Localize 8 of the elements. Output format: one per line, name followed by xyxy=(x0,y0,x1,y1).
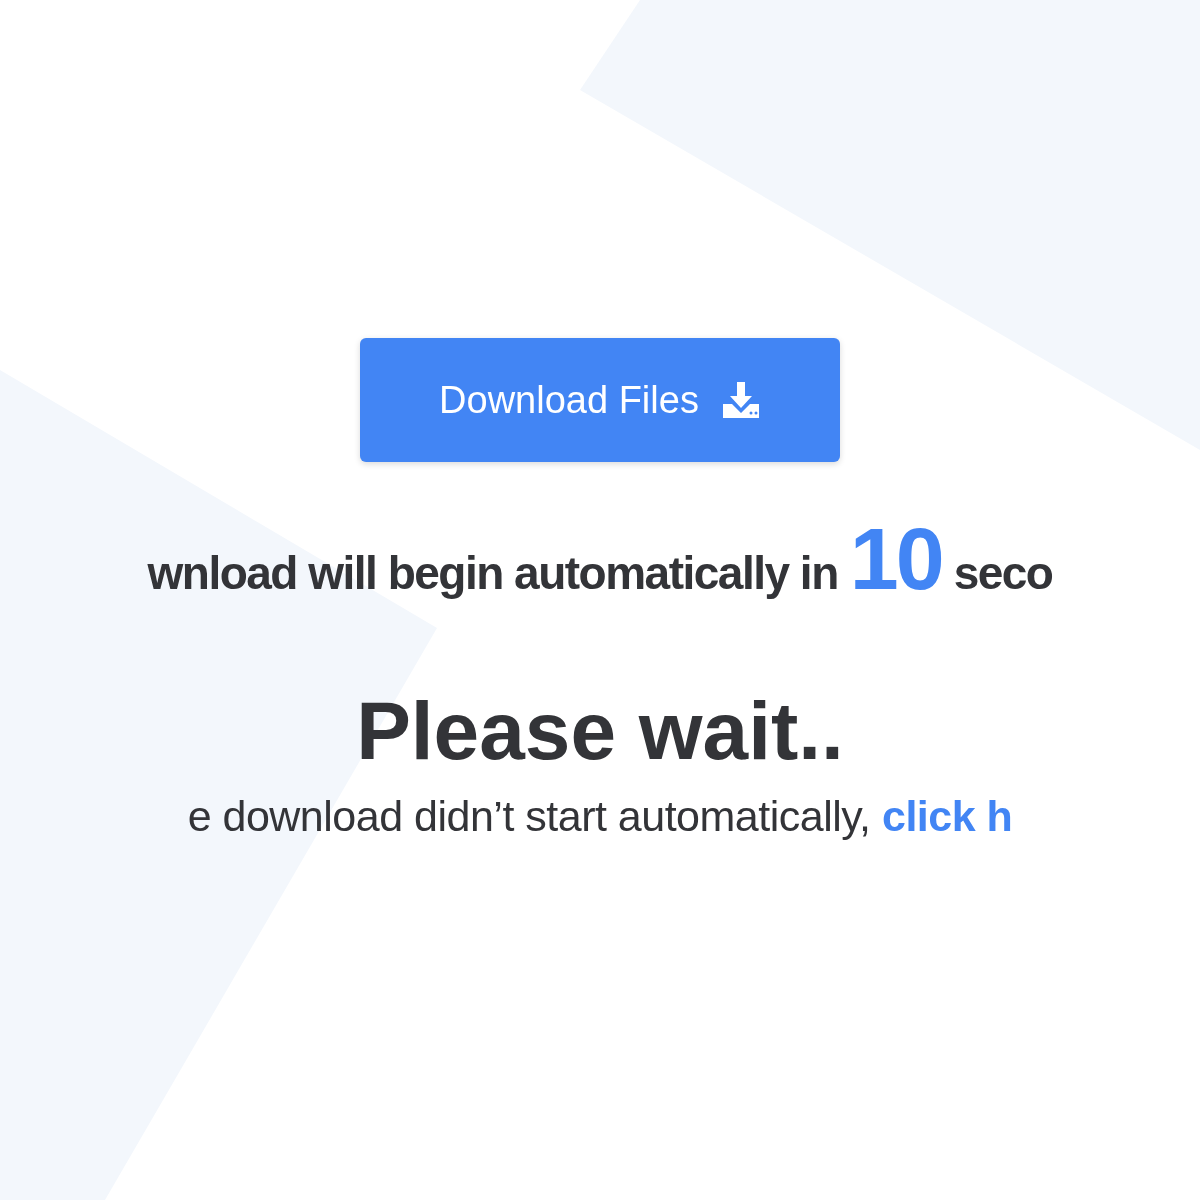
click-here-link[interactable]: click h xyxy=(882,792,1013,840)
download-button[interactable]: Download Files xyxy=(360,338,840,462)
countdown-seconds: 10 xyxy=(849,508,942,610)
countdown-unit: seco xyxy=(953,546,1053,600)
download-icon xyxy=(720,380,761,420)
countdown-text: wnload will begin automatically in xyxy=(147,546,838,600)
please-wait-heading: Please wait.. xyxy=(356,690,844,772)
fallback-message: e download didn’t start automatically, click h xyxy=(187,792,1013,841)
